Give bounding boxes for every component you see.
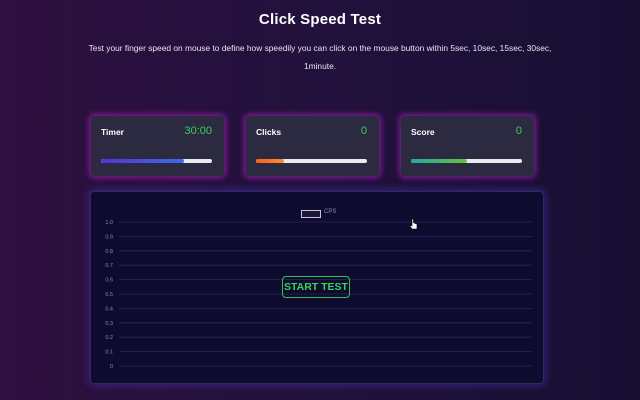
y-tick-label: 0.1 [105,350,113,356]
clicks-progress-bar [256,159,367,163]
page-title: Click Speed Test [258,11,382,28]
pointer-cursor-icon [409,218,418,230]
y-tick-label: 0.4 [105,306,113,312]
y-tick-label: 1.0 [105,220,113,226]
score-progress-bar [411,159,522,163]
y-tick-label: 0.3 [105,321,113,327]
y-tick-label: 0.2 [105,335,113,341]
legend-swatch-cps[interactable] [301,210,321,218]
score-value: 0 [515,125,522,137]
y-tick-label: 0.8 [105,249,113,255]
clicks-label: Clicks [256,127,282,137]
timer-label: Timer [101,127,124,137]
y-tick-label: 0.9 [105,234,113,240]
score-card: Score 0 [401,116,534,176]
legend-label-cps: CPS [324,209,337,215]
start-test-button[interactable]: START TEST [282,276,350,298]
timer-card: Timer 30:00 [91,116,224,176]
clicks-card: Clicks 0 [246,116,379,176]
timer-progress-fill [101,159,185,163]
clicks-value: 0 [360,125,367,137]
score-label: Score [411,127,435,137]
y-tick-label: 0.5 [105,292,113,298]
score-progress-fill [411,159,467,163]
page-subtitle: Test your finger speed on mouse to defin… [88,43,552,71]
timer-value: 30:00 [184,125,212,137]
y-tick-label: 0.6 [105,278,113,284]
y-tick-label: 0.7 [105,263,113,269]
clicks-progress-fill [256,159,284,163]
y-tick-label: 0 [110,364,113,370]
timer-progress-bar [101,159,212,163]
cps-chart-panel: 1.0 0.9 0.8 0.7 0.6 0.5 0.4 0.3 0.2 0.1 0 CPS STAR… [90,191,544,384]
